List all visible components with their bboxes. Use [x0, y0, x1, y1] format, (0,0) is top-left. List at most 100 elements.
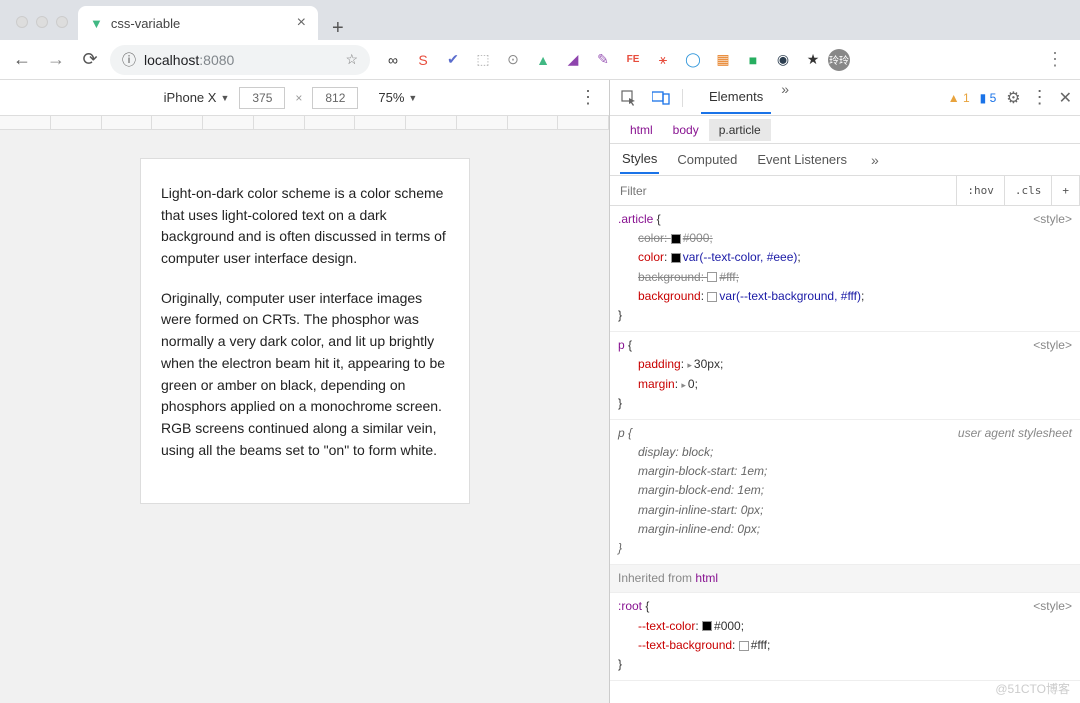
tab-listeners[interactable]: Event Listeners: [755, 146, 849, 173]
hov-button[interactable]: :hov: [957, 176, 1005, 206]
ext-icon[interactable]: ■: [744, 51, 762, 69]
declaration[interactable]: background: var(--text-background, #fff)…: [618, 287, 1072, 306]
close-icon[interactable]: ×: [297, 14, 306, 32]
cls-button[interactable]: .cls: [1005, 176, 1053, 206]
color-swatch[interactable]: [739, 641, 749, 651]
css-rule-ua: user agent stylesheet p { display: block…: [610, 420, 1080, 565]
declaration[interactable]: color: #000;: [618, 229, 1072, 248]
ruler: [0, 116, 609, 130]
crumb-html[interactable]: html: [620, 119, 663, 141]
declaration[interactable]: margin: ▸0;: [618, 375, 1072, 394]
rule-source[interactable]: <style>: [1033, 210, 1072, 229]
color-swatch[interactable]: [671, 234, 681, 244]
info-badge[interactable]: ▮ 5: [980, 91, 997, 105]
device-toggle-icon[interactable]: [650, 87, 672, 109]
styles-pane: <style> .article { color: #000; color: v…: [610, 206, 1080, 703]
declaration[interactable]: --text-color: #000;: [618, 617, 1072, 636]
rule-source[interactable]: <style>: [1033, 597, 1072, 616]
info-icon[interactable]: ⓘ: [122, 50, 136, 70]
declaration: display: block;: [618, 443, 1072, 462]
color-swatch[interactable]: [707, 272, 717, 282]
new-tab-button[interactable]: +: [318, 17, 358, 40]
ext-icon[interactable]: ✔: [444, 51, 462, 69]
ext-icon[interactable]: FE: [624, 51, 642, 69]
url-host: localhost: [144, 52, 199, 68]
ext-icon[interactable]: ◯: [684, 51, 702, 69]
ext-icon[interactable]: ✎: [594, 51, 612, 69]
crumb-body[interactable]: body: [663, 119, 709, 141]
tab-styles[interactable]: Styles: [620, 145, 659, 174]
bookmark-icon[interactable]: ☆: [345, 51, 358, 68]
css-rule[interactable]: <style> .article { color: #000; color: v…: [610, 206, 1080, 332]
devtools-toolbar: Elements » ▲ 1 ▮ 5 ⚙ ⋮ ✕: [610, 80, 1080, 116]
css-rule[interactable]: <style> :root { --text-color: #000; --te…: [610, 593, 1080, 681]
declaration: margin-inline-start: 0px;: [618, 501, 1072, 520]
inspect-icon[interactable]: [618, 87, 640, 109]
declaration[interactable]: background: #fff;: [618, 268, 1072, 287]
more-tabs-icon[interactable]: »: [865, 152, 885, 168]
ext-icon[interactable]: ◉: [774, 51, 792, 69]
color-swatch[interactable]: [707, 292, 717, 302]
add-rule-button[interactable]: +: [1052, 176, 1080, 206]
more-icon[interactable]: ⋮: [1031, 87, 1049, 108]
declaration: margin-block-end: 1em;: [618, 481, 1072, 500]
url-input[interactable]: ⓘ localhost:8080 ☆: [110, 45, 370, 75]
article-paragraph: Originally, computer user interface imag…: [161, 288, 449, 462]
ext-icon[interactable]: ⚹: [654, 51, 672, 69]
browser-menu-icon[interactable]: ⋮: [1038, 49, 1072, 70]
chevron-down-icon: ▼: [408, 93, 417, 103]
device-name: iPhone X: [164, 90, 217, 105]
device-select[interactable]: iPhone X ▼: [164, 90, 230, 105]
ext-icon[interactable]: ★: [804, 51, 822, 69]
close-icon[interactable]: ✕: [1059, 88, 1072, 108]
more-tabs-icon[interactable]: »: [775, 81, 795, 114]
gear-icon[interactable]: ⚙: [1006, 88, 1020, 108]
min-dot[interactable]: [36, 16, 48, 28]
device-viewport: Light-on-dark color scheme is a color sc…: [0, 116, 609, 703]
tab-computed[interactable]: Computed: [675, 146, 739, 173]
rule-source: user agent stylesheet: [958, 424, 1072, 443]
crumb-article[interactable]: p.article: [709, 119, 771, 141]
max-dot[interactable]: [56, 16, 68, 28]
selector[interactable]: p: [618, 338, 625, 352]
browser-tab-bar: ▼ css-variable × +: [0, 0, 1080, 40]
ext-icon[interactable]: ▲: [534, 51, 552, 69]
extensions-row: ∞ S ✔ ⬚ ⊙ ▲ ◢ ✎ FE ⚹ ◯ ▦ ■ ◉ ★: [384, 51, 822, 69]
expand-icon[interactable]: ▸: [687, 358, 692, 372]
height-input[interactable]: [312, 87, 358, 109]
page-preview-pane: iPhone X ▼ × 75% ▼ ⋮ Light-on-dark color…: [0, 80, 610, 703]
close-dot[interactable]: [16, 16, 28, 28]
color-swatch[interactable]: [671, 253, 681, 263]
reload-button[interactable]: ⟳: [76, 46, 104, 74]
ext-icon[interactable]: ◢: [564, 51, 582, 69]
more-icon[interactable]: ⋮: [579, 87, 597, 108]
selector[interactable]: :root: [618, 599, 642, 613]
width-input[interactable]: [239, 87, 285, 109]
watermark: @51CTO博客: [995, 680, 1070, 697]
declaration[interactable]: --text-background: #fff;: [618, 636, 1072, 655]
ext-icon[interactable]: ⊙: [504, 51, 522, 69]
zoom-value: 75%: [378, 90, 404, 105]
ext-icon[interactable]: ∞: [384, 51, 402, 69]
profile-avatar[interactable]: 玲玲: [828, 49, 850, 71]
article-preview[interactable]: Light-on-dark color scheme is a color sc…: [140, 158, 470, 504]
expand-icon[interactable]: ▸: [681, 378, 686, 392]
declaration[interactable]: color: var(--text-color, #eee);: [618, 248, 1072, 267]
color-swatch[interactable]: [702, 621, 712, 631]
ext-icon[interactable]: ▦: [714, 51, 732, 69]
devtools-tabs: Elements »: [701, 81, 795, 114]
filter-input[interactable]: [610, 184, 956, 198]
selector[interactable]: .article: [618, 212, 653, 226]
rule-source[interactable]: <style>: [1033, 336, 1072, 355]
zoom-select[interactable]: 75% ▼: [378, 90, 417, 105]
ext-icon[interactable]: S: [414, 51, 432, 69]
browser-tab[interactable]: ▼ css-variable ×: [78, 6, 318, 40]
tab-elements[interactable]: Elements: [701, 81, 771, 114]
back-button[interactable]: ←: [8, 46, 36, 74]
window-controls: [10, 16, 78, 40]
declaration[interactable]: padding: ▸30px;: [618, 355, 1072, 374]
warnings-badge[interactable]: ▲ 1: [948, 91, 970, 105]
css-rule[interactable]: <style> p { padding: ▸30px; margin: ▸0; …: [610, 332, 1080, 420]
ext-icon[interactable]: ⬚: [474, 51, 492, 69]
breadcrumb: html body p.article: [610, 116, 1080, 144]
